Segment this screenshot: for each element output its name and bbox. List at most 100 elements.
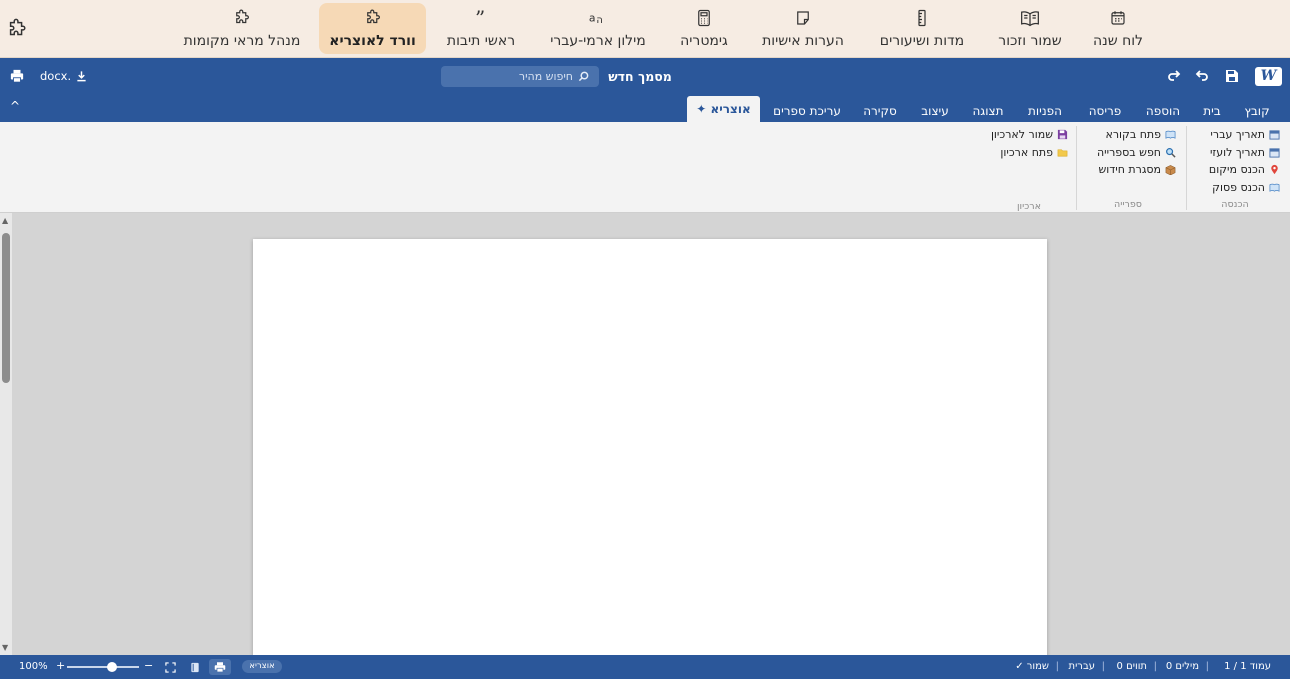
tab-layout[interactable]: פריסה	[1082, 100, 1128, 122]
nav-item-calendar[interactable]: לוח שנה	[1085, 3, 1151, 54]
ribbon-tabs: קובץ בית הוספה פריסה הפניות תצוגה עיצוב …	[0, 96, 1290, 122]
nav-item-measurements[interactable]: מדות ושיעורים	[872, 3, 972, 54]
tab-file[interactable]: קובץ	[1240, 100, 1274, 122]
scroll-up-arrow-icon[interactable]: ▲	[2, 216, 8, 225]
nav-item-aramaic-dictionary[interactable]: aה מילון ארמי-עברי	[543, 3, 653, 54]
tab-view[interactable]: תצוגה	[968, 100, 1008, 122]
ruler-icon	[918, 9, 926, 26]
zoom-slider[interactable]	[67, 662, 139, 672]
document-page[interactable]	[253, 239, 1047, 669]
fullscreen-icon	[164, 661, 176, 673]
nav-item-gematria[interactable]: גימטריה	[672, 3, 736, 54]
pin-icon	[1271, 165, 1278, 175]
title-bar: W מסמך חדש חיפוש מהיר docx.	[0, 58, 1290, 96]
vertical-scrollbar[interactable]: ▲ ▼	[0, 213, 12, 655]
download-docx-label: docx.	[40, 69, 72, 83]
insert-location-label: הכנס מיקום	[1208, 163, 1265, 177]
puzzle-icon	[236, 9, 249, 23]
download-docx-button[interactable]: docx.	[40, 69, 87, 83]
status-divider: |	[1055, 661, 1059, 672]
nav-item-acronyms[interactable]: ” ראשי תיבות	[440, 3, 522, 54]
word-logo: W	[1255, 67, 1282, 86]
open-in-reader-label: פתח בקורא	[1105, 128, 1161, 142]
open-in-reader-button[interactable]: פתח בקורא	[1080, 126, 1176, 144]
folder-icon	[1057, 149, 1068, 157]
puzzle-icon[interactable]	[6, 18, 28, 40]
insert-location-button[interactable]: הכנס מיקום	[1190, 161, 1280, 179]
tab-home[interactable]: בית	[1196, 100, 1228, 122]
magnifier-icon	[1166, 147, 1176, 158]
scrollbar-thumb[interactable]	[2, 233, 10, 383]
search-icon	[578, 71, 589, 82]
language-indicator[interactable]: עברית	[1069, 661, 1096, 672]
quick-search-input[interactable]: חיפוש מהיר	[441, 66, 599, 87]
ribbon-group-library: פתח בקורא חפש בספרייה מסגרת חידוש ספרייה	[1080, 126, 1176, 212]
box-icon	[1165, 165, 1176, 176]
zoom-slider-knob[interactable]	[106, 662, 117, 672]
ribbon-group-archive-label: ארכיון	[1016, 201, 1042, 212]
word-count: 0 מילים	[1165, 661, 1199, 672]
nav-item-shamor-vezachor[interactable]: שמור וזכור	[990, 3, 1070, 54]
ribbon-group-insert-label: הכנסה	[1221, 199, 1249, 210]
tab-review[interactable]: סקירה	[859, 100, 901, 122]
print-icon	[214, 661, 226, 672]
undo-icon[interactable]	[1194, 68, 1210, 84]
ribbon-group-insert: תאריך עברי תאריך לועזי הכנס מיקום הכנס פ…	[1190, 126, 1280, 212]
translate-icon: aה	[589, 11, 603, 26]
tab-references[interactable]: הפניות	[1021, 100, 1069, 122]
print-icon[interactable]	[10, 69, 24, 83]
nav-item-references-manager[interactable]: מנהל מראי מקומות	[178, 3, 306, 54]
tab-otzaria[interactable]: ✦ אוצריא	[687, 96, 760, 122]
chiddush-frame-button[interactable]: מסגרת חידוש	[1080, 161, 1176, 179]
save-to-archive-button[interactable]: שמור לארכיון	[990, 126, 1068, 144]
read-mode-button[interactable]	[184, 659, 206, 675]
document-canvas: ▲ ▼	[0, 213, 1290, 669]
quote-icon: ”	[475, 9, 485, 27]
calendar-icon	[1111, 10, 1125, 25]
puzzle-icon	[366, 9, 380, 23]
tab-book-editing[interactable]: עריכת ספרים	[768, 100, 846, 122]
svg-text:”: ”	[475, 9, 485, 27]
insert-hebrew-date-button[interactable]: תאריך עברי	[1190, 126, 1280, 144]
open-archive-button[interactable]: פתח ארכיון	[990, 144, 1068, 162]
save-to-archive-label: שמור לארכיון	[990, 128, 1053, 142]
nav-item-label: מילון ארמי-עברי	[550, 32, 646, 49]
zoom-level: 100%	[19, 661, 48, 672]
save-icon[interactable]	[1224, 68, 1240, 84]
nav-item-label: שמור וזכור	[998, 32, 1062, 49]
insert-gregorian-date-label: תאריך לועזי	[1209, 145, 1265, 159]
book-icon	[1269, 183, 1280, 192]
book-icon	[1165, 130, 1176, 140]
zoom-out-button[interactable]: −	[144, 659, 153, 672]
open-book-icon	[1021, 10, 1039, 26]
status-divider: |	[1101, 661, 1105, 672]
insert-gregorian-date-button[interactable]: תאריך לועזי	[1190, 144, 1280, 162]
fullscreen-button[interactable]	[159, 659, 181, 675]
tab-insert[interactable]: הוספה	[1141, 100, 1185, 122]
floppy-icon	[1057, 130, 1068, 140]
status-divider: |	[1205, 661, 1209, 672]
page-counter: עמוד 1 / 1	[1224, 661, 1271, 672]
sticky-note-icon	[797, 10, 809, 25]
nav-item-label: וורד לאוצריא	[329, 32, 416, 49]
search-library-button[interactable]: חפש בספרייה	[1080, 144, 1176, 162]
nav-item-label: ראשי תיבות	[446, 32, 516, 49]
otzaria-badge[interactable]: אוצריא	[242, 660, 282, 673]
nav-item-word-to-otzaria[interactable]: וורד לאוצריא	[319, 3, 426, 54]
svg-text:ה: ה	[596, 15, 603, 26]
search-library-label: חפש בספרייה	[1096, 145, 1161, 159]
calendar-icon	[1269, 148, 1280, 158]
nav-item-label: מנהל מראי מקומות	[183, 32, 301, 49]
group-divider	[1186, 126, 1187, 210]
print-layout-view-button[interactable]	[209, 659, 231, 675]
collapse-ribbon-button[interactable]: ^	[10, 99, 20, 113]
tab-design[interactable]: עיצוב	[915, 100, 955, 122]
group-divider	[1076, 126, 1077, 210]
app-nav-bar: לוח שנה שמור וזכור מדות ושיעורים הערות א…	[0, 0, 1290, 58]
zoom-in-button[interactable]: +	[56, 659, 65, 672]
scroll-down-arrow-icon[interactable]: ▼	[2, 643, 8, 652]
redo-icon[interactable]	[1166, 68, 1182, 84]
insert-verse-button[interactable]: הכנס פסוק	[1190, 179, 1280, 197]
nav-item-personal-notes[interactable]: הערות אישיות	[755, 3, 851, 54]
status-divider: |	[1153, 661, 1157, 672]
